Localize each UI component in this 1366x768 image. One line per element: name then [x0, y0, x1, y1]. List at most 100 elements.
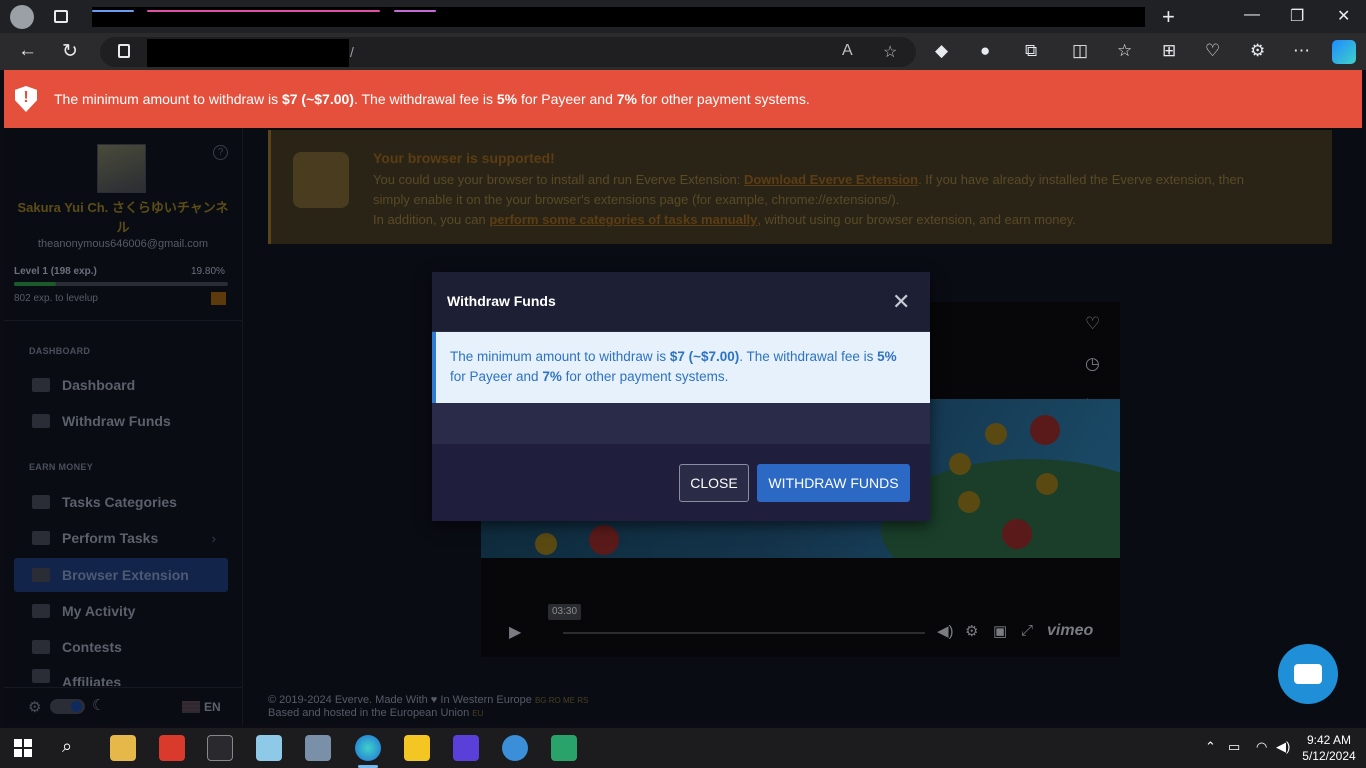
- us-flag-icon[interactable]: [182, 701, 200, 713]
- app-icon[interactable]: [305, 735, 331, 761]
- edge-browser-icon[interactable]: [355, 735, 381, 761]
- collections-icon[interactable]: ⊞: [1162, 41, 1176, 61]
- alert-message: The minimum amount to withdraw is $7 (~$…: [54, 91, 810, 107]
- app-icon[interactable]: [502, 735, 528, 761]
- system-clock[interactable]: 9:42 AM 5/12/2024: [1298, 732, 1360, 764]
- volume-icon[interactable]: ◀): [937, 622, 954, 640]
- sidebar-item-my-activity[interactable]: My Activity: [14, 594, 228, 628]
- help-icon[interactable]: ?: [213, 145, 228, 160]
- theme-toggle[interactable]: [50, 699, 85, 714]
- read-aloud-icon[interactable]: A: [842, 42, 853, 60]
- user-avatar: [97, 144, 146, 193]
- new-tab-button[interactable]: +: [1162, 4, 1175, 30]
- footer-eu-tag: EU: [472, 709, 484, 718]
- refresh-icon[interactable]: ↻: [62, 40, 78, 63]
- sidebar-item-label: Withdraw Funds: [62, 413, 171, 429]
- sidebar-item-contests[interactable]: Contests: [14, 630, 228, 664]
- tab-indicator: [147, 10, 380, 12]
- app-icon[interactable]: [404, 735, 430, 761]
- modal-header: Withdraw Funds ✕: [432, 272, 930, 332]
- browser-tab-bar: + — ❐ ✕: [0, 0, 1366, 33]
- tab-indicator: [394, 10, 436, 12]
- puzzle-icon: [32, 568, 50, 582]
- fullscreen-icon[interactable]: ⤢: [1021, 622, 1033, 639]
- file-explorer-icon[interactable]: [110, 735, 136, 761]
- wallet-icon: [32, 414, 50, 428]
- moon-icon: ☾: [92, 697, 106, 714]
- notepad-icon[interactable]: [256, 735, 282, 761]
- minimize-button[interactable]: —: [1244, 6, 1260, 24]
- sidebar-item-withdraw-funds[interactable]: Withdraw Funds: [14, 404, 228, 438]
- withdraw-funds-button[interactable]: WITHDRAW FUNDS: [757, 464, 910, 502]
- close-icon[interactable]: ✕: [892, 291, 910, 313]
- clock-time: 9:42 AM: [1306, 733, 1352, 747]
- sidebar-item-affiliates[interactable]: Affiliates: [14, 666, 228, 686]
- volume-icon[interactable]: ◀): [1276, 739, 1290, 755]
- tab-actions-icon[interactable]: [54, 10, 68, 23]
- url-field[interactable]: / A ☆: [100, 37, 916, 67]
- notice-line: In addition, you can perform some catego…: [373, 212, 1076, 227]
- pip-icon[interactable]: ▣: [993, 622, 1007, 640]
- split-screen-icon[interactable]: ◫: [1072, 41, 1088, 61]
- video-progress-track[interactable]: [563, 632, 925, 634]
- copilot-icon[interactable]: [1332, 40, 1356, 64]
- sidebar-item-label: Perform Tasks: [62, 530, 159, 546]
- close-window-button[interactable]: ✕: [1337, 6, 1350, 26]
- search-icon[interactable]: ⌕: [62, 736, 72, 757]
- calendar-icon: [32, 640, 50, 654]
- emoji-bubble: [985, 423, 1007, 445]
- performance-icon[interactable]: ⚙: [1250, 41, 1265, 61]
- clock-icon[interactable]: ◷: [1085, 354, 1100, 374]
- favorite-star-icon[interactable]: ☆: [883, 42, 897, 62]
- sidebar-item-dashboard[interactable]: Dashboard: [14, 368, 228, 402]
- sidebar-item-perform-tasks[interactable]: Perform Tasks ›: [14, 521, 228, 555]
- windows-start-icon[interactable]: [14, 739, 32, 757]
- terminal-icon[interactable]: [207, 735, 233, 761]
- section-title: DASHBOARD: [29, 346, 91, 356]
- address-bar-row: ← ↻ / A ☆ ◆ ● ⧉ ◫ ☆ ⊞ ♡ ⚙ ⋯: [0, 33, 1366, 70]
- sidebar-item-browser-extension[interactable]: Browser Extension: [14, 558, 228, 592]
- extensions-puzzle-icon[interactable]: ⧉: [1025, 41, 1037, 61]
- support-chat-button[interactable]: [1278, 644, 1338, 704]
- footer-country-tags: BG RO ME RS: [534, 696, 589, 705]
- wifi-icon[interactable]: ◠: [1256, 739, 1267, 755]
- download-extension-link[interactable]: Download Everve Extension: [744, 172, 918, 187]
- close-button[interactable]: CLOSE: [679, 464, 749, 502]
- language-selector[interactable]: EN: [204, 700, 221, 714]
- gear-icon[interactable]: ⚙: [28, 698, 41, 716]
- battery-icon[interactable]: ▭: [1228, 739, 1240, 755]
- levelup-text: 802 exp. to levelup: [14, 293, 98, 304]
- android-studio-icon[interactable]: [551, 735, 577, 761]
- sidebar-item-label: My Activity: [62, 603, 136, 619]
- profile-avatar[interactable]: [10, 4, 34, 29]
- notice-line: simply enable it on the your browser's e…: [373, 192, 900, 207]
- modal-title: Withdraw Funds: [447, 293, 556, 309]
- withdraw-alert-banner: ! The minimum amount to withdraw is $7 (…: [4, 70, 1362, 128]
- sidebar-item-label: Browser Extension: [62, 567, 189, 583]
- extension-icon[interactable]: ◆: [935, 41, 948, 61]
- gift-icon[interactable]: [211, 292, 226, 305]
- browser-essentials-icon[interactable]: ♡: [1205, 41, 1220, 61]
- extension-icon[interactable]: ●: [980, 41, 990, 61]
- heart-icon[interactable]: ♡: [1085, 314, 1100, 334]
- sidebar-item-tasks-categories[interactable]: Tasks Categories: [14, 485, 228, 519]
- lock-icon: [118, 44, 130, 58]
- favorites-icon[interactable]: ☆: [1117, 41, 1132, 61]
- settings-icon[interactable]: ⚙: [965, 622, 978, 640]
- back-arrow-icon[interactable]: ←: [18, 40, 37, 62]
- manual-tasks-link[interactable]: perform some categories of tasks manuall…: [489, 212, 757, 227]
- app-sidebar: ? Sakura Yui Ch. さくらゆいチャンネル theanonymous…: [4, 128, 243, 725]
- restore-button[interactable]: ❐: [1290, 6, 1304, 26]
- heart-bubble: [1002, 519, 1032, 549]
- play-icon[interactable]: ▶: [509, 622, 521, 642]
- chat-icon: [1294, 664, 1322, 684]
- sidebar-item-label: Tasks Categories: [62, 494, 177, 510]
- vimeo-logo[interactable]: vimeo: [1047, 622, 1093, 640]
- tag-icon: [32, 495, 50, 509]
- chevron-up-icon[interactable]: ⌃: [1205, 739, 1216, 755]
- wps-office-icon[interactable]: [159, 735, 185, 761]
- app-icon[interactable]: [453, 735, 479, 761]
- level-percent: 19.80%: [191, 266, 225, 277]
- sidebar-item-label: Affiliates: [62, 674, 122, 686]
- more-menu-icon[interactable]: ⋯: [1293, 41, 1310, 61]
